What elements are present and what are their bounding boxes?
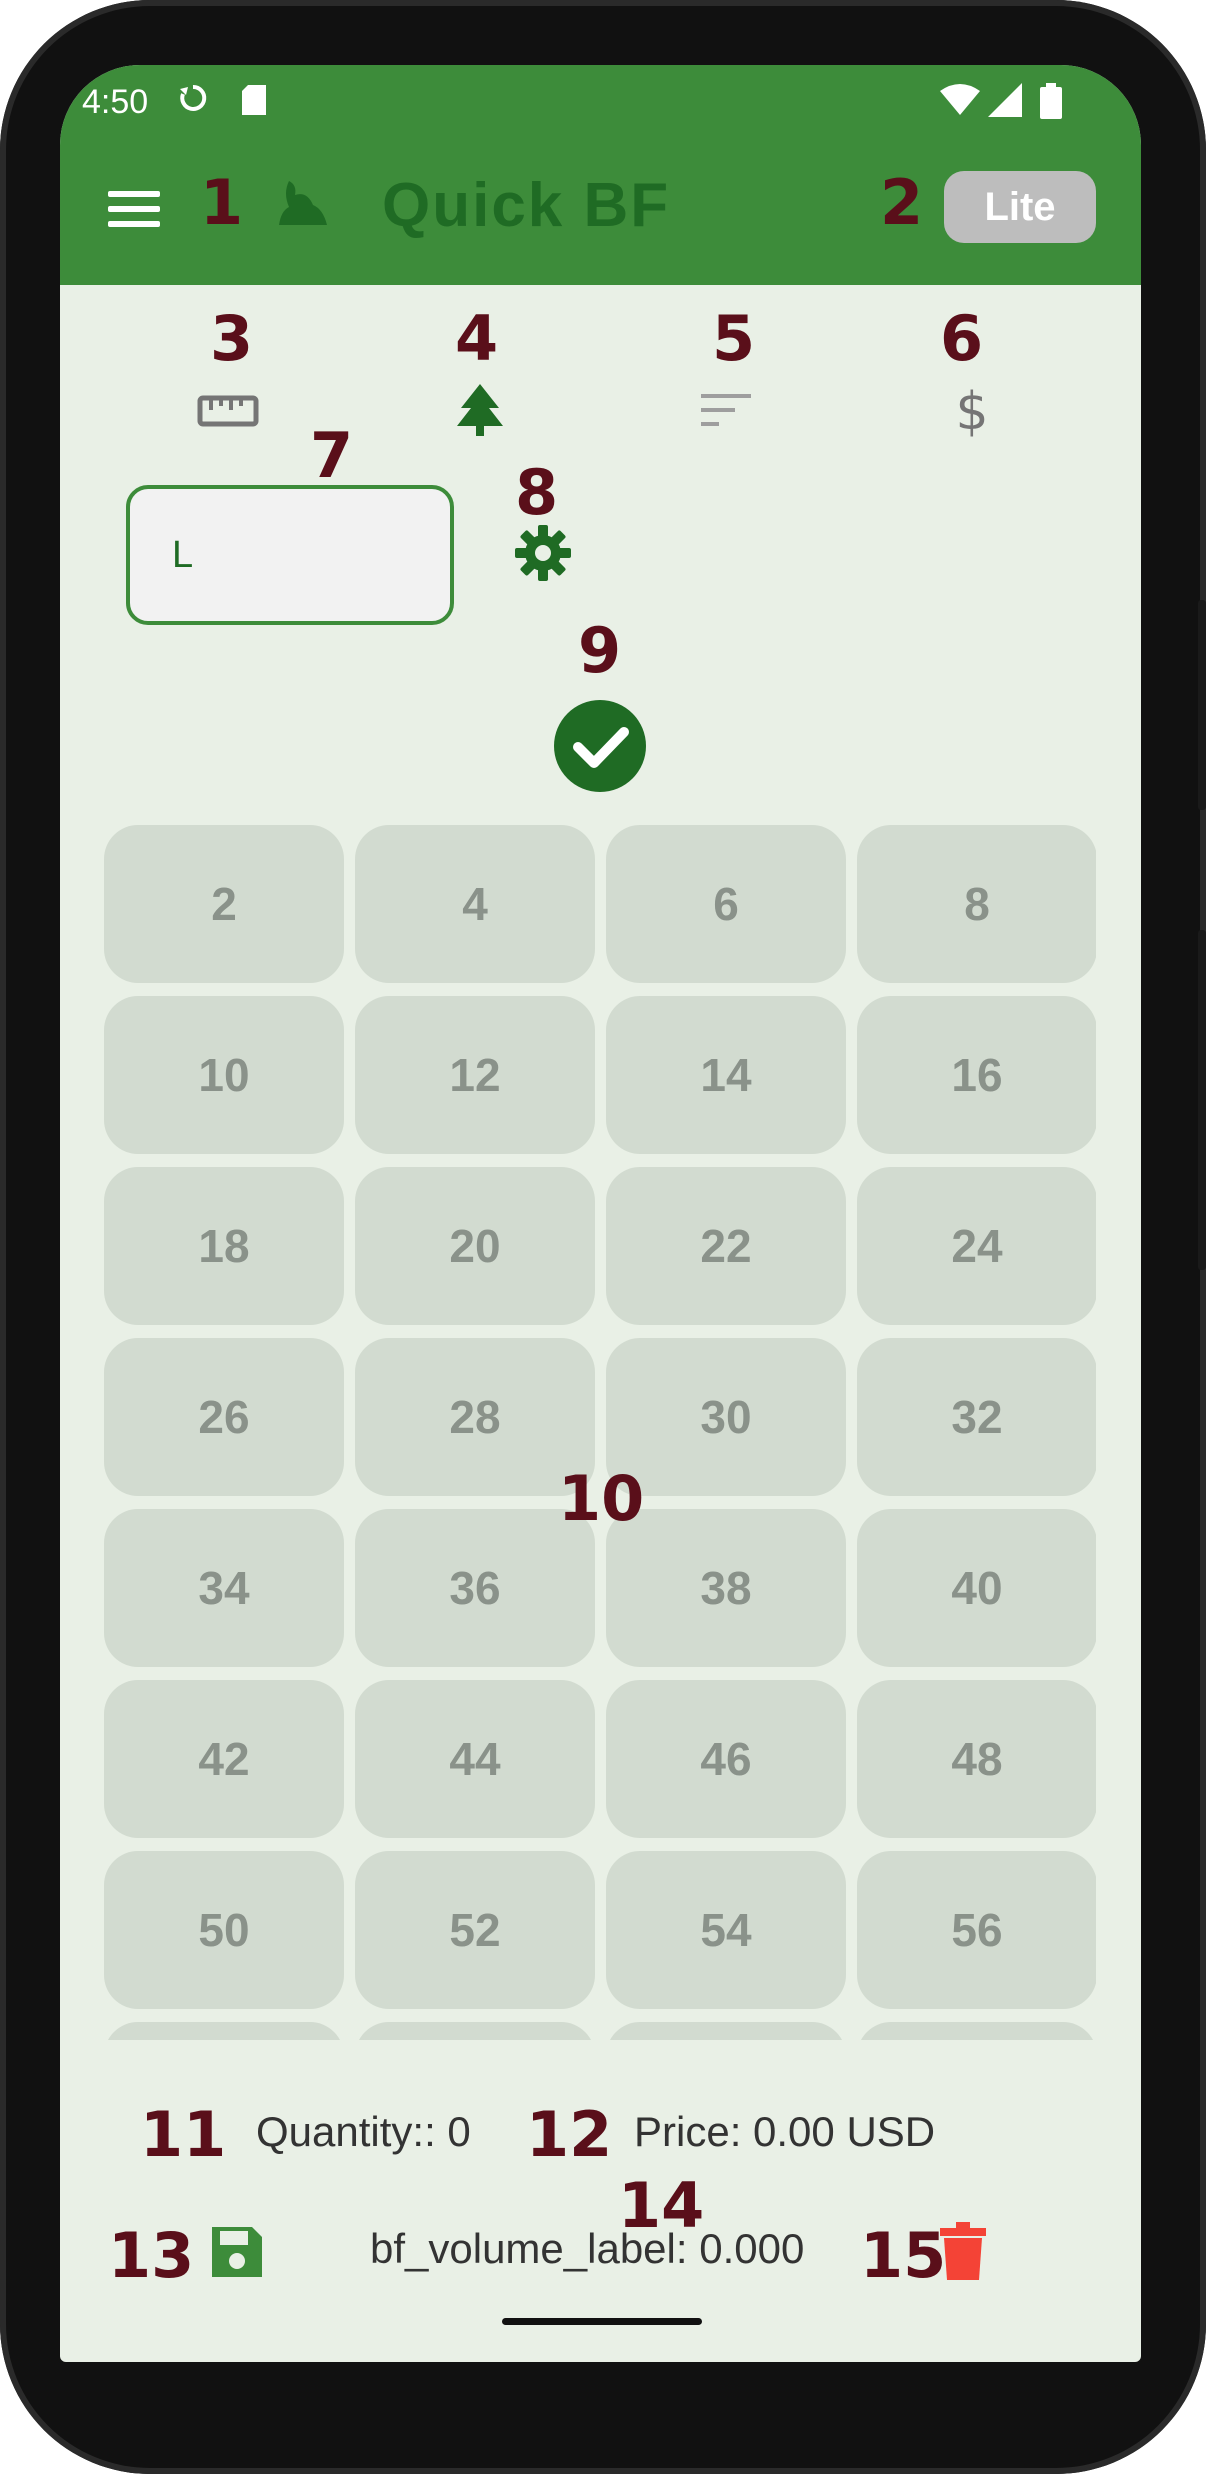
tab-tree[interactable] bbox=[440, 370, 520, 450]
tab-measure[interactable] bbox=[188, 370, 268, 450]
home-indicator[interactable] bbox=[502, 2318, 702, 2325]
annotation-3: 3 bbox=[210, 302, 254, 375]
size-button[interactable]: 44 bbox=[355, 1680, 595, 1838]
battery-icon bbox=[1040, 83, 1062, 125]
annotation-1: 1 bbox=[200, 166, 244, 239]
power-button bbox=[1198, 600, 1206, 810]
screen: 4:50 Quick BF Lite $ L 2 4 6 8 10 12 14 … bbox=[60, 65, 1141, 2362]
volume-button bbox=[1198, 930, 1206, 1270]
size-button[interactable]: 56 bbox=[857, 1851, 1096, 2009]
size-button[interactable]: 24 bbox=[857, 1167, 1096, 1325]
annotation-11: 11 bbox=[140, 2098, 227, 2171]
svg-text:$: $ bbox=[955, 382, 988, 439]
annotation-13: 13 bbox=[108, 2219, 195, 2292]
size-grid: 2 4 6 8 10 12 14 16 18 20 22 24 26 28 30 32 34 36 38 40 42 44… bbox=[104, 825, 1096, 2040]
size-button[interactable]: 4 bbox=[355, 825, 595, 983]
annotation-4: 4 bbox=[455, 302, 499, 375]
gear-icon[interactable] bbox=[515, 525, 571, 581]
size-button[interactable]: 46 bbox=[606, 1680, 846, 1838]
size-button[interactable]: 6 bbox=[606, 825, 846, 983]
trash-icon[interactable] bbox=[940, 2222, 986, 2280]
size-button[interactable]: 16 bbox=[857, 996, 1096, 1154]
size-button[interactable]: 54 bbox=[606, 1851, 846, 2009]
save-icon[interactable] bbox=[210, 2225, 264, 2279]
size-button[interactable]: 18 bbox=[104, 1167, 344, 1325]
size-button[interactable]: 50 bbox=[104, 1851, 344, 2009]
size-button[interactable] bbox=[606, 2022, 846, 2040]
annotation-10: 10 bbox=[558, 1462, 645, 1535]
tab-sort[interactable] bbox=[686, 370, 766, 450]
size-button[interactable]: 34 bbox=[104, 1509, 344, 1667]
quantity-label: Quantity:: 0 bbox=[256, 2108, 471, 2155]
annotation-14: 14 bbox=[618, 2169, 705, 2242]
sync-icon bbox=[178, 83, 208, 123]
app-logo-icon bbox=[279, 181, 327, 225]
lite-button[interactable]: Lite bbox=[944, 171, 1096, 243]
size-button[interactable] bbox=[857, 2022, 1096, 2040]
annotation-2: 2 bbox=[880, 166, 924, 239]
price-label: Price: 0.00 USD bbox=[634, 2108, 936, 2155]
size-button[interactable] bbox=[355, 2022, 595, 2040]
length-input[interactable]: L bbox=[126, 485, 454, 625]
signal-icon bbox=[988, 83, 1022, 123]
size-button[interactable]: 52 bbox=[355, 1851, 595, 2009]
size-button[interactable] bbox=[104, 2022, 344, 2040]
dollar-icon: $ bbox=[955, 382, 988, 439]
annotation-7: 7 bbox=[310, 419, 354, 492]
size-button[interactable]: 22 bbox=[606, 1167, 846, 1325]
sd-card-icon bbox=[240, 83, 268, 123]
check-circle-icon[interactable] bbox=[554, 700, 646, 792]
size-button[interactable]: 2 bbox=[104, 825, 344, 983]
status-bar: 4:50 bbox=[60, 65, 1141, 145]
volume-label: bf_volume_label: 0.000 bbox=[370, 2225, 805, 2272]
size-button[interactable]: 42 bbox=[104, 1680, 344, 1838]
size-button[interactable]: 20 bbox=[355, 1167, 595, 1325]
annotation-9: 9 bbox=[578, 614, 622, 687]
size-button[interactable]: 12 bbox=[355, 996, 595, 1154]
size-button[interactable]: 32 bbox=[857, 1338, 1096, 1496]
annotation-5: 5 bbox=[712, 302, 756, 375]
size-button[interactable]: 14 bbox=[606, 996, 846, 1154]
status-time: 4:50 bbox=[82, 83, 149, 121]
size-button[interactable]: 40 bbox=[857, 1509, 1096, 1667]
annotation-8: 8 bbox=[515, 456, 559, 529]
annotation-12: 12 bbox=[526, 2098, 613, 2171]
app-title: Quick BF bbox=[382, 171, 671, 240]
tab-price[interactable]: $ bbox=[932, 370, 1012, 450]
size-button[interactable]: 26 bbox=[104, 1338, 344, 1496]
annotation-15: 15 bbox=[860, 2219, 947, 2292]
size-button[interactable]: 48 bbox=[857, 1680, 1096, 1838]
annotation-6: 6 bbox=[940, 302, 984, 375]
size-button[interactable]: 10 bbox=[104, 996, 344, 1154]
size-button[interactable]: 8 bbox=[857, 825, 1096, 983]
sort-icon bbox=[701, 394, 751, 426]
wifi-icon bbox=[940, 83, 980, 123]
tree-icon bbox=[457, 384, 503, 436]
ruler-icon bbox=[197, 395, 259, 427]
menu-icon[interactable] bbox=[108, 191, 160, 227]
